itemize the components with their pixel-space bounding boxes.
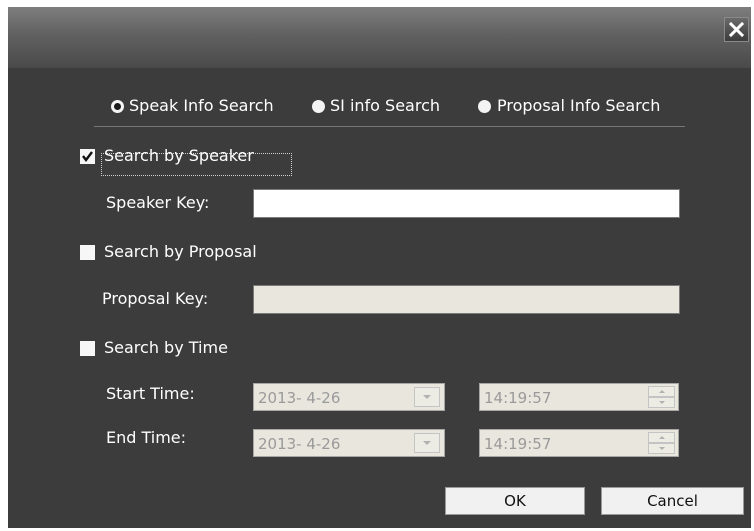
spin-down-icon[interactable] [648,397,675,408]
radio-si-info[interactable] [312,100,325,113]
close-button[interactable] [724,17,749,42]
radio-proposal-info[interactable] [478,100,491,113]
end-time-value: 14:19:57 [484,435,552,453]
spin-down-icon[interactable] [648,443,675,454]
end-date-picker[interactable]: 2013- 4-26 [253,429,445,457]
start-time-label: Start Time: [106,384,195,403]
time-checkbox-label[interactable]: Search by Time [104,338,228,358]
proposal-checkbox-label[interactable]: Search by Proposal [104,242,257,262]
chevron-down-icon[interactable] [414,387,440,407]
end-time-label: End Time: [106,428,187,447]
radio-speak-info-label[interactable]: Speak Info Search [129,96,274,116]
chevron-down-icon[interactable] [414,433,440,453]
start-date-value: 2013- 4-26 [258,389,341,407]
end-date-value: 2013- 4-26 [258,435,341,453]
radio-si-info-label[interactable]: SI info Search [330,96,440,116]
speaker-checkbox[interactable] [80,149,95,164]
speaker-key-label: Speaker Key: [106,193,210,212]
spin-up-icon[interactable] [648,432,675,443]
ok-button[interactable]: OK [445,487,585,515]
screen-background: Speak Info Search SI info Search Proposa… [0,0,754,531]
proposal-key-label: Proposal Key: [102,289,209,308]
speaker-checkbox-label[interactable]: Search by Speaker [104,146,254,166]
radio-speak-info[interactable] [111,100,124,113]
title-bar [8,7,751,68]
proposal-key-input[interactable] [253,285,680,314]
end-time-spinner[interactable]: 14:19:57 [479,429,679,457]
start-time-spinner[interactable]: 14:19:57 [479,383,679,411]
time-checkbox[interactable] [80,341,95,356]
close-icon [728,21,745,38]
start-time-value: 14:19:57 [484,389,552,407]
start-date-picker[interactable]: 2013- 4-26 [253,383,445,411]
radio-proposal-info-label[interactable]: Proposal Info Search [497,96,660,116]
checkmark-icon [82,151,93,162]
separator [94,126,685,127]
proposal-checkbox[interactable] [80,245,95,260]
search-dialog: Speak Info Search SI info Search Proposa… [8,7,751,528]
spin-up-icon[interactable] [648,386,675,397]
cancel-button[interactable]: Cancel [601,487,744,515]
speaker-key-input[interactable] [253,189,680,218]
